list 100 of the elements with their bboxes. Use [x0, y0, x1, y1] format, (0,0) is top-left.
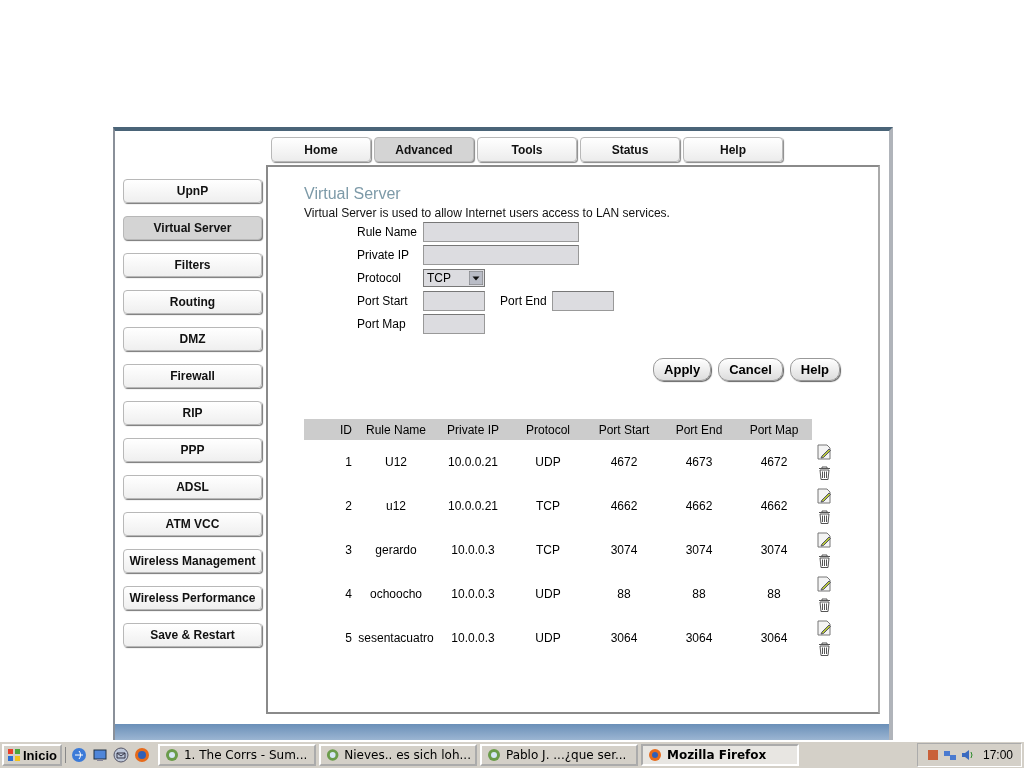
- table-cell: 3064: [610, 631, 638, 645]
- table-cell: 10.0.0.3: [451, 631, 495, 645]
- table-cell: 88: [767, 587, 781, 601]
- edit-icon[interactable]: [817, 576, 831, 592]
- table-cell: 3064: [760, 631, 788, 645]
- table-cell: U12: [385, 455, 407, 469]
- taskbar-button[interactable]: Mozilla Firefox: [640, 744, 799, 766]
- table-cell: 4662: [610, 499, 638, 513]
- mail-icon[interactable]: [112, 747, 129, 763]
- column-header: Port Start: [586, 419, 662, 440]
- table-cell: ochoocho: [369, 587, 422, 601]
- table-cell: TCP: [536, 499, 560, 513]
- table-cell: 88: [617, 587, 631, 601]
- column-header: Port End: [662, 419, 736, 440]
- edit-icon[interactable]: [817, 444, 831, 460]
- sidebar-item[interactable]: RIP: [123, 401, 262, 425]
- cancel-button[interactable]: Cancel: [718, 358, 783, 381]
- apply-button[interactable]: Apply: [653, 358, 712, 381]
- rule-name-field[interactable]: [423, 222, 579, 242]
- column-header: Port Map: [736, 419, 812, 440]
- port-map-field[interactable]: [423, 314, 485, 334]
- table-cell: 10.0.0.3: [451, 543, 495, 557]
- sidebar-item[interactable]: Wireless Performance: [123, 586, 262, 610]
- column-header: Private IP: [436, 419, 510, 440]
- firefox-icon[interactable]: [133, 747, 150, 763]
- column-header: ID: [304, 419, 356, 440]
- table-cell: 3074: [760, 543, 788, 557]
- table-cell: TCP: [536, 543, 560, 557]
- trash-icon[interactable]: [817, 466, 831, 480]
- private-ip-field[interactable]: [423, 245, 579, 265]
- dropdown-arrow-icon[interactable]: [469, 271, 483, 285]
- sidebar-item[interactable]: PPP: [123, 438, 262, 462]
- table-cell: UDP: [535, 455, 561, 469]
- trash-icon[interactable]: [817, 598, 831, 612]
- network-icon[interactable]: [942, 748, 957, 762]
- table-cell: u12: [386, 499, 406, 513]
- table-cell: UDP: [535, 631, 561, 645]
- table-cell: 5: [345, 631, 352, 645]
- table-cell: 1: [345, 455, 352, 469]
- start-button[interactable]: Inicio: [2, 744, 62, 766]
- protocol-dropdown[interactable]: TCP: [423, 269, 485, 287]
- table-cell: 4673: [685, 455, 713, 469]
- trash-icon[interactable]: [817, 510, 831, 524]
- speaker-icon[interactable]: [959, 748, 974, 762]
- windows-flag-icon: [7, 748, 21, 762]
- table-cell: gerardo: [375, 543, 417, 557]
- trash-icon[interactable]: [817, 642, 831, 656]
- sidebar-item[interactable]: Filters: [123, 253, 262, 277]
- table-cell: UDP: [535, 587, 561, 601]
- sidebar-item[interactable]: Virtual Server: [123, 216, 262, 240]
- taskbar-button[interactable]: 1. The Corrs - Sum...: [157, 744, 316, 766]
- page-title: Virtual Server: [304, 185, 402, 203]
- table-cell: 4672: [760, 455, 788, 469]
- table-cell: 3064: [685, 631, 713, 645]
- sidebar-item[interactable]: Save & Restart: [123, 623, 262, 647]
- nav-tab[interactable]: Tools: [477, 137, 577, 162]
- browser-icon[interactable]: [70, 747, 87, 763]
- taskbar-button[interactable]: Pablo J. ...¿que ser...: [479, 744, 638, 766]
- port-start-field[interactable]: [423, 291, 485, 311]
- sidebar-item[interactable]: DMZ: [123, 327, 262, 351]
- field-label: Port End: [500, 294, 547, 308]
- trash-icon[interactable]: [817, 554, 831, 568]
- field-label: Protocol: [357, 271, 403, 285]
- desktop-icon[interactable]: [91, 747, 108, 763]
- table-cell: 2: [345, 499, 352, 513]
- table-cell: sesentacuatro: [358, 631, 434, 645]
- table-cell: 4662: [685, 499, 713, 513]
- sidebar-item[interactable]: ATM VCC: [123, 512, 262, 536]
- page-description: Virtual Server is used to allow Internet users access to LAN services.: [304, 206, 671, 220]
- sidebar-item[interactable]: Routing: [123, 290, 262, 314]
- sidebar-item[interactable]: Wireless Management: [123, 549, 262, 573]
- taskbar-button[interactable]: Nieves.. es sich loh...: [318, 744, 477, 766]
- edit-icon[interactable]: [817, 620, 831, 636]
- column-header: Protocol: [510, 419, 586, 440]
- sidebar-item[interactable]: Firewall: [123, 364, 262, 388]
- nav-tab[interactable]: Status: [580, 137, 680, 162]
- field-label: Port Start: [357, 294, 409, 308]
- app-icon: [324, 747, 341, 763]
- table-cell: 4672: [610, 455, 638, 469]
- table-cell: 3: [345, 543, 352, 557]
- edit-icon[interactable]: [817, 488, 831, 504]
- table-cell: 10.0.0.21: [447, 455, 498, 469]
- app-icon: [485, 747, 502, 763]
- nav-tab[interactable]: Advanced: [374, 137, 474, 162]
- field-label: Port Map: [357, 317, 407, 331]
- table-cell: 4662: [760, 499, 788, 513]
- port-end-field[interactable]: [551, 291, 614, 311]
- sidebar-item[interactable]: ADSL: [123, 475, 262, 499]
- nav-tab[interactable]: Help: [683, 137, 783, 162]
- field-label: Private IP: [357, 248, 411, 262]
- table-cell: 3074: [610, 543, 638, 557]
- nav-tab[interactable]: Home: [271, 137, 371, 162]
- table-cell: 10.0.0.3: [451, 587, 495, 601]
- edit-icon[interactable]: [817, 532, 831, 548]
- app-icon: [163, 747, 180, 763]
- table-cell: 10.0.0.21: [447, 499, 498, 513]
- help-button[interactable]: Help: [789, 358, 840, 381]
- app-icon: [646, 747, 663, 763]
- table-cell: 3074: [685, 543, 713, 557]
- sidebar-item[interactable]: UpnP: [123, 179, 262, 203]
